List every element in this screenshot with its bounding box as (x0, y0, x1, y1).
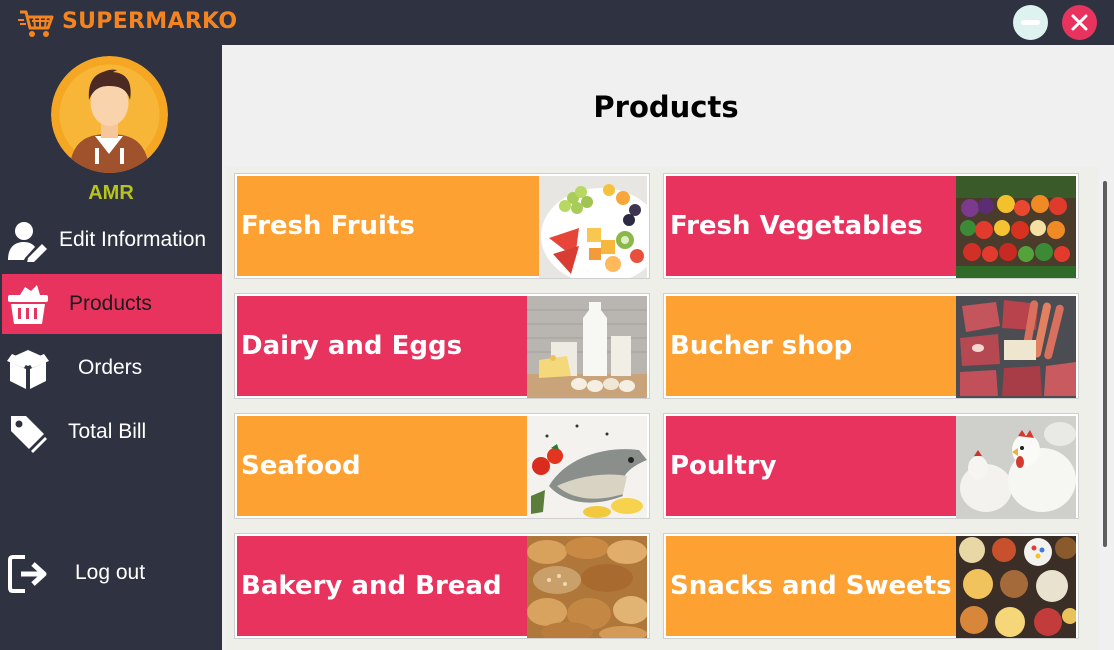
category-card-bucher-shop[interactable]: Bucher shop (663, 293, 1079, 399)
sidebar-item-edit-information[interactable]: Edit Information (2, 210, 222, 270)
close-icon (1071, 14, 1088, 31)
category-band: Fresh Vegetables (666, 176, 958, 276)
minimize-button[interactable] (1013, 5, 1048, 40)
category-label: Snacks and Sweets (670, 571, 952, 601)
user-avatar-icon (51, 56, 168, 173)
category-band: Seafood (237, 416, 529, 516)
avatar[interactable] (51, 56, 168, 173)
sidebar-item-label: Total Bill (68, 420, 147, 443)
main-panel: Products Fresh Fruits Fresh Vegetables D… (222, 45, 1114, 650)
sidebar: AMR Edit Information Products Orders Tot… (0, 45, 222, 650)
bread-loaves-photo (527, 536, 647, 638)
sidebar-item-label: Products (69, 292, 152, 315)
title-bar: SUPERMARKO (0, 0, 1114, 45)
meat-sausages-photo (956, 296, 1076, 398)
package-box-icon (7, 350, 49, 389)
category-band: Poultry (666, 416, 958, 516)
category-band: Snacks and Sweets (666, 536, 958, 636)
category-card-seafood[interactable]: Seafood (234, 413, 650, 519)
close-button[interactable] (1062, 5, 1097, 40)
category-card-dairy-and-eggs[interactable]: Dairy and Eggs (234, 293, 650, 399)
category-band: Bakery and Bread (237, 536, 529, 636)
category-label: Dairy and Eggs (241, 331, 463, 361)
category-card-fresh-vegetables[interactable]: Fresh Vegetables (663, 173, 1079, 279)
basket-icon (8, 285, 48, 324)
category-band: Dairy and Eggs (237, 296, 529, 396)
sidebar-item-products[interactable]: Products (2, 274, 222, 334)
category-card-poultry[interactable]: Poultry (663, 413, 1079, 519)
vertical-scrollbar[interactable] (1099, 167, 1114, 650)
page-title: Products (593, 90, 739, 124)
logout-icon (8, 555, 47, 593)
price-tag-icon (11, 416, 47, 453)
category-grid: Fresh Fruits Fresh Vegetables Dairy and … (226, 167, 1098, 650)
category-band: Fresh Fruits (237, 176, 541, 276)
scrollbar-thumb[interactable] (1103, 181, 1107, 547)
fish-tomatoes-photo (527, 416, 647, 518)
category-card-bakery-and-bread[interactable]: Bakery and Bread (234, 533, 650, 639)
dairy-eggs-photo (527, 296, 647, 398)
snacks-bowls-photo (956, 536, 1076, 638)
category-label: Poultry (670, 451, 777, 481)
sidebar-item-total-bill[interactable]: Total Bill (2, 402, 222, 462)
user-name: AMR (88, 182, 134, 204)
category-label: Fresh Fruits (241, 211, 415, 241)
category-label: Seafood (241, 451, 361, 481)
user-edit-icon (8, 222, 47, 262)
fruit-platter-photo (539, 176, 647, 278)
app-brand-name: SUPERMARKO (62, 9, 238, 34)
category-label: Fresh Vegetables (670, 211, 923, 241)
category-band: Bucher shop (666, 296, 958, 396)
chickens-photo (956, 416, 1076, 518)
category-card-snacks-and-sweets[interactable]: Snacks and Sweets (663, 533, 1079, 639)
category-label: Bucher shop (670, 331, 853, 361)
shopping-cart-icon (18, 10, 54, 37)
logout-button[interactable]: Log out (2, 543, 222, 603)
vegetables-stall-photo (956, 176, 1076, 278)
sidebar-item-label: Orders (78, 356, 143, 379)
category-card-fresh-fruits[interactable]: Fresh Fruits (234, 173, 650, 279)
sidebar-item-label: Edit Information (59, 228, 207, 251)
category-label: Bakery and Bread (241, 571, 502, 601)
logout-label: Log out (75, 561, 146, 584)
sidebar-item-orders[interactable]: Orders (2, 338, 222, 398)
